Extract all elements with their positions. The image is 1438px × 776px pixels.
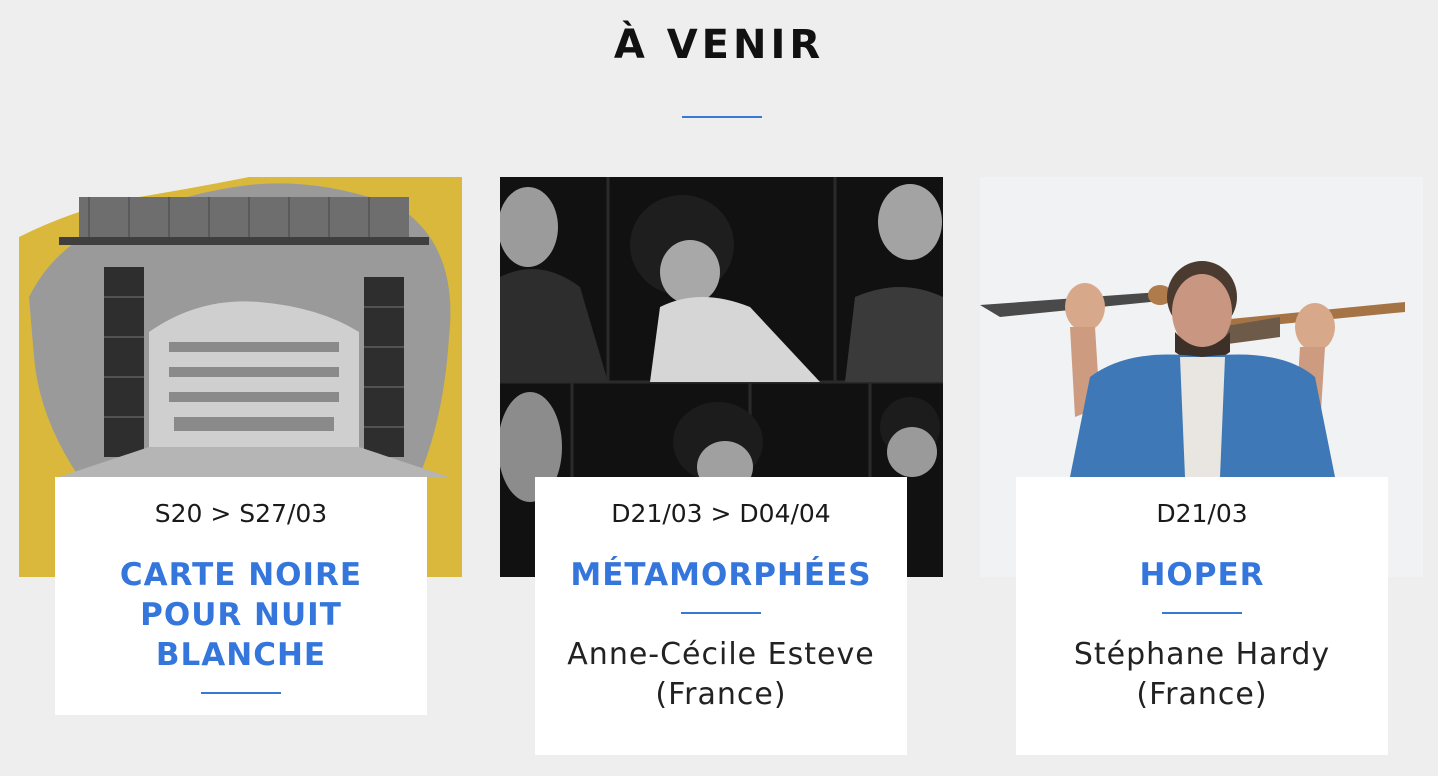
event-title[interactable]: HOPER — [1036, 555, 1368, 595]
event-artist: Stéphane Hardy (France) — [1073, 637, 1331, 712]
event-date: D21/03 — [1156, 499, 1248, 528]
card-divider — [201, 692, 281, 694]
event-card[interactable]: D21/03 > D04/04 MÉTAMORPHÉES Anne-Cécile… — [535, 477, 907, 755]
title-divider — [682, 116, 762, 118]
event-date: D21/03 > D04/04 — [611, 499, 831, 528]
event-title[interactable]: CARTE NOIRE POUR NUIT BLANCHE — [75, 555, 407, 675]
event-card[interactable]: S20 > S27/03 CARTE NOIRE POUR NUIT BLANC… — [55, 477, 427, 715]
section-title: À VENIR — [613, 22, 825, 68]
event-artist: Anne-Cécile Esteve (France) — [567, 637, 875, 712]
event-card[interactable]: D21/03 HOPER Stéphane Hardy (France) — [1016, 477, 1388, 755]
event-title[interactable]: MÉTAMORPHÉES — [555, 555, 887, 595]
card-divider — [681, 612, 761, 614]
card-divider — [1162, 612, 1242, 614]
event-date: S20 > S27/03 — [154, 499, 328, 528]
